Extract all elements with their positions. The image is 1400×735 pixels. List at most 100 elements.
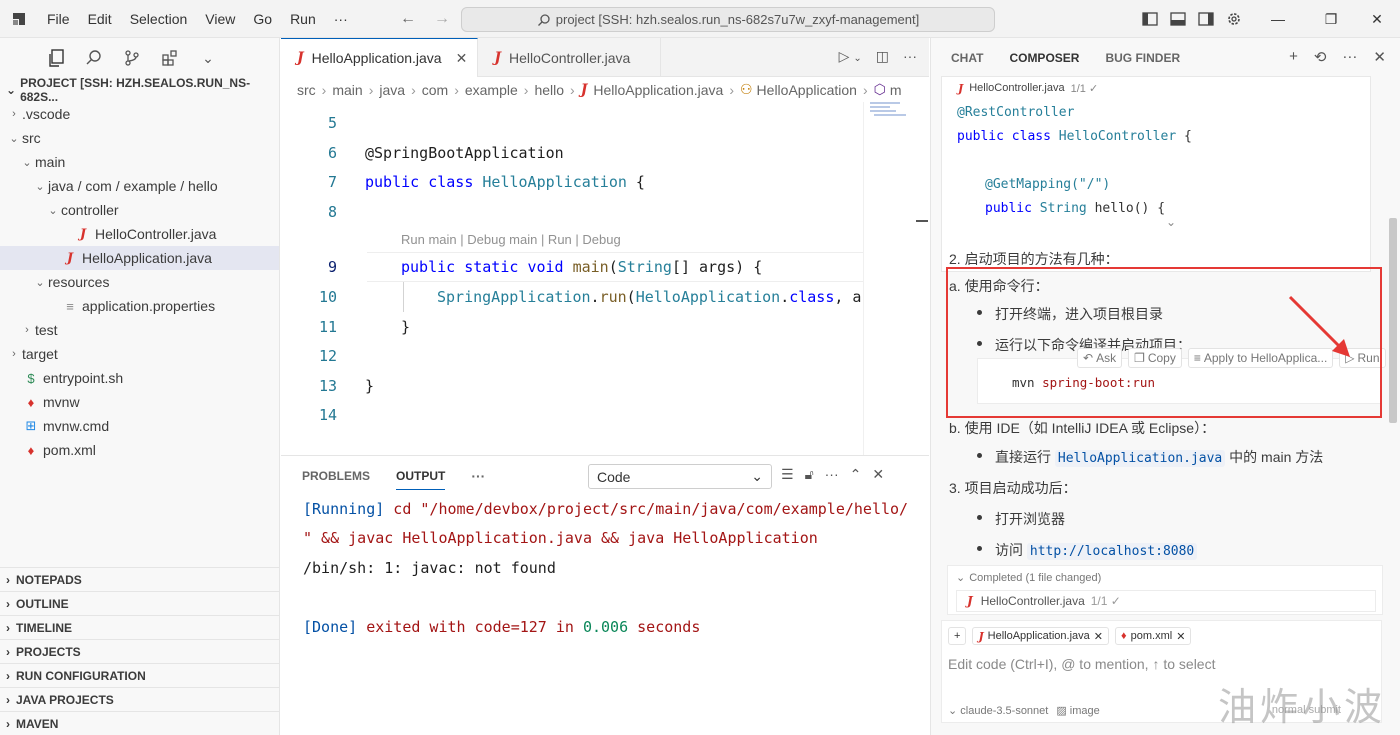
breadcrumb-example[interactable]: example <box>465 82 518 98</box>
close-icon[interactable]: ✕ <box>1094 630 1103 643</box>
composer-input-placeholder[interactable]: Edit code (Ctrl+I), @ to mention, ↑ to s… <box>948 656 1215 672</box>
tree-item[interactable]: J HelloApplication.java <box>0 246 279 270</box>
tab-problems[interactable]: PROBLEMS <box>302 463 370 489</box>
completed-label[interactable]: ⌄ Completed (1 file changed) <box>956 571 1101 584</box>
output-channel-select[interactable]: Code ⌄ <box>588 464 772 489</box>
search-icon[interactable] <box>83 47 105 69</box>
section-timeline[interactable]: › TIMELINE <box>0 615 279 639</box>
back-arrow-icon[interactable]: ← <box>400 10 416 28</box>
breadcrumb-src[interactable]: src <box>297 82 316 98</box>
menu-view[interactable]: View <box>196 11 244 27</box>
section-notepads[interactable]: › NOTEPADS <box>0 567 279 591</box>
lock-scroll-icon[interactable]: 🔓︎ <box>805 466 814 483</box>
model-selector[interactable]: ⌄ claude-3.5-sonnet <box>948 704 1048 717</box>
menu-run[interactable]: Run <box>281 11 325 27</box>
tree-item[interactable]: › target <box>0 342 279 366</box>
chevron-down-icon[interactable]: ⌄ <box>197 47 219 69</box>
forward-arrow-icon[interactable]: → <box>434 10 450 28</box>
source-control-icon[interactable] <box>121 47 143 69</box>
close-button[interactable]: ✕ <box>1354 0 1400 38</box>
tree-item[interactable]: ⌄ resources <box>0 270 279 294</box>
menu-edit[interactable]: Edit <box>79 11 121 27</box>
toggle-panel-icon[interactable] <box>1164 0 1192 38</box>
tree-item[interactable]: $ entrypoint.sh <box>0 366 279 390</box>
tab-hello-controller[interactable]: J HelloController.java <box>478 38 662 77</box>
context-chip-hello-application[interactable]: J HelloApplication.java ✕ <box>972 627 1109 645</box>
breadcrumb-main[interactable]: main <box>332 82 362 98</box>
tab-chat[interactable]: CHAT <box>951 51 983 65</box>
breadcrumb-method[interactable]: m <box>890 82 902 98</box>
expand-chevron-icon[interactable]: ⌄ <box>1166 215 1176 229</box>
context-chip-pom[interactable]: ♦ pom.xml ✕ <box>1115 627 1192 645</box>
close-icon[interactable]: ✕ <box>1373 48 1386 66</box>
breadcrumb-class[interactable]: HelloApplication <box>757 82 857 98</box>
inline-code-link[interactable]: http://localhost:8080 <box>1026 543 1198 560</box>
maximize-panel-icon[interactable]: ⌃ <box>850 466 862 483</box>
breadcrumb: src › main › java › com › example › hello › J … <box>297 81 902 98</box>
menu-go[interactable]: Go <box>244 11 281 27</box>
tree-item[interactable]: J HelloController.java <box>0 222 279 246</box>
tree-item[interactable]: ≡ application.properties <box>0 294 279 318</box>
command-center-search[interactable]: project [SSH: hzh.sealos.run_ns-682s7u7w… <box>461 7 995 32</box>
tree-item[interactable]: › test <box>0 318 279 342</box>
breadcrumb-hello[interactable]: hello <box>534 82 564 98</box>
section-java-projects[interactable]: › JAVA PROJECTS <box>0 687 279 711</box>
tab-bug-finder[interactable]: BUG FINDER <box>1105 51 1180 65</box>
tree-item[interactable]: ♦ mvnw <box>0 390 279 414</box>
image-button[interactable]: ▨ image <box>1056 704 1099 717</box>
section-outline[interactable]: › OUTLINE <box>0 591 279 615</box>
split-editor-icon[interactable]: ◫ <box>876 48 889 65</box>
menu-more[interactable]: ··· <box>325 11 357 27</box>
extensions-icon[interactable] <box>159 47 181 69</box>
code-editor[interactable]: 5 6 @SpringBootApplication 7 public clas… <box>281 108 863 455</box>
changed-file-row[interactable]: J HelloController.java 1/1 ✓ <box>956 590 1376 612</box>
codelens-run-debug[interactable]: Run main | Debug main | Run | Debug <box>401 232 621 247</box>
tree-item[interactable]: ⊞ mvnw.cmd <box>0 414 279 438</box>
minimap[interactable] <box>863 102 928 455</box>
chevron-right-icon: › <box>25 324 29 336</box>
code-line: 13 } <box>281 371 863 401</box>
breadcrumb-file[interactable]: HelloApplication.java <box>593 82 723 98</box>
history-icon[interactable]: ⟲ <box>1314 48 1327 66</box>
tree-item[interactable]: ⌄ controller <box>0 198 279 222</box>
panel-more-icon[interactable]: ··· <box>471 462 485 490</box>
tree-item[interactable]: › .vscode <box>0 102 279 126</box>
more-icon[interactable]: ··· <box>1342 48 1357 66</box>
toggle-secondary-sidebar-icon[interactable] <box>1192 0 1220 38</box>
project-section-header[interactable]: ⌄ PROJECT [SSH: HZH.SEALOS.RUN_NS-682S... <box>0 76 279 104</box>
menu-selection[interactable]: Selection <box>121 11 197 27</box>
breadcrumb-java[interactable]: java <box>379 82 405 98</box>
close-panel-icon[interactable]: ✕ <box>872 466 884 483</box>
keyword: public <box>365 173 420 191</box>
composer-scrollbar[interactable] <box>1389 218 1397 423</box>
close-icon[interactable]: ✕ <box>456 50 468 67</box>
more-actions-icon[interactable]: ··· <box>903 48 917 65</box>
section-maven[interactable]: › MAVEN <box>0 711 279 735</box>
new-composer-plus-icon[interactable]: + <box>1289 48 1298 66</box>
bottom-panel: PROBLEMS OUTPUT ··· Code ⌄ ☰ 🔓︎ ··· ⌃ ✕ … <box>281 455 929 735</box>
tree-item[interactable]: ⌄ src <box>0 126 279 150</box>
minimize-button[interactable]: — <box>1248 0 1308 38</box>
type: String <box>617 258 672 276</box>
breadcrumb-com[interactable]: com <box>422 82 448 98</box>
menu-file[interactable]: File <box>38 11 79 27</box>
section-projects[interactable]: › PROJECTS <box>0 639 279 663</box>
add-context-button[interactable]: + <box>948 627 967 645</box>
close-icon[interactable]: ✕ <box>1176 630 1185 643</box>
restore-button[interactable]: ❐ <box>1308 0 1354 38</box>
tab-hello-application[interactable]: J HelloApplication.java ✕ <box>281 38 479 77</box>
code-change-card[interactable]: J HelloController.java 1/1 ✓ @RestContro… <box>941 76 1371 272</box>
run-play-icon[interactable]: ▷ ⌄ <box>839 48 862 65</box>
tree-item[interactable]: ⌄ main <box>0 150 279 174</box>
clear-output-icon[interactable]: ☰ <box>781 466 794 483</box>
toggle-primary-sidebar-icon[interactable] <box>1136 0 1164 38</box>
tree-item[interactable]: ⌄ java / com / example / hello <box>0 174 279 198</box>
explorer-files-icon[interactable] <box>45 47 67 69</box>
more-icon[interactable]: ··· <box>825 466 839 483</box>
tree-item[interactable]: ♦ pom.xml <box>0 438 279 462</box>
settings-gear-icon[interactable] <box>1220 0 1248 38</box>
tab-composer[interactable]: COMPOSER <box>1009 51 1079 65</box>
tab-output[interactable]: OUTPUT <box>396 463 446 490</box>
section-run-configuration[interactable]: › RUN CONFIGURATION <box>0 663 279 687</box>
output-console[interactable]: [Running] cd "/home/devbox/project/src/m… <box>303 494 908 642</box>
